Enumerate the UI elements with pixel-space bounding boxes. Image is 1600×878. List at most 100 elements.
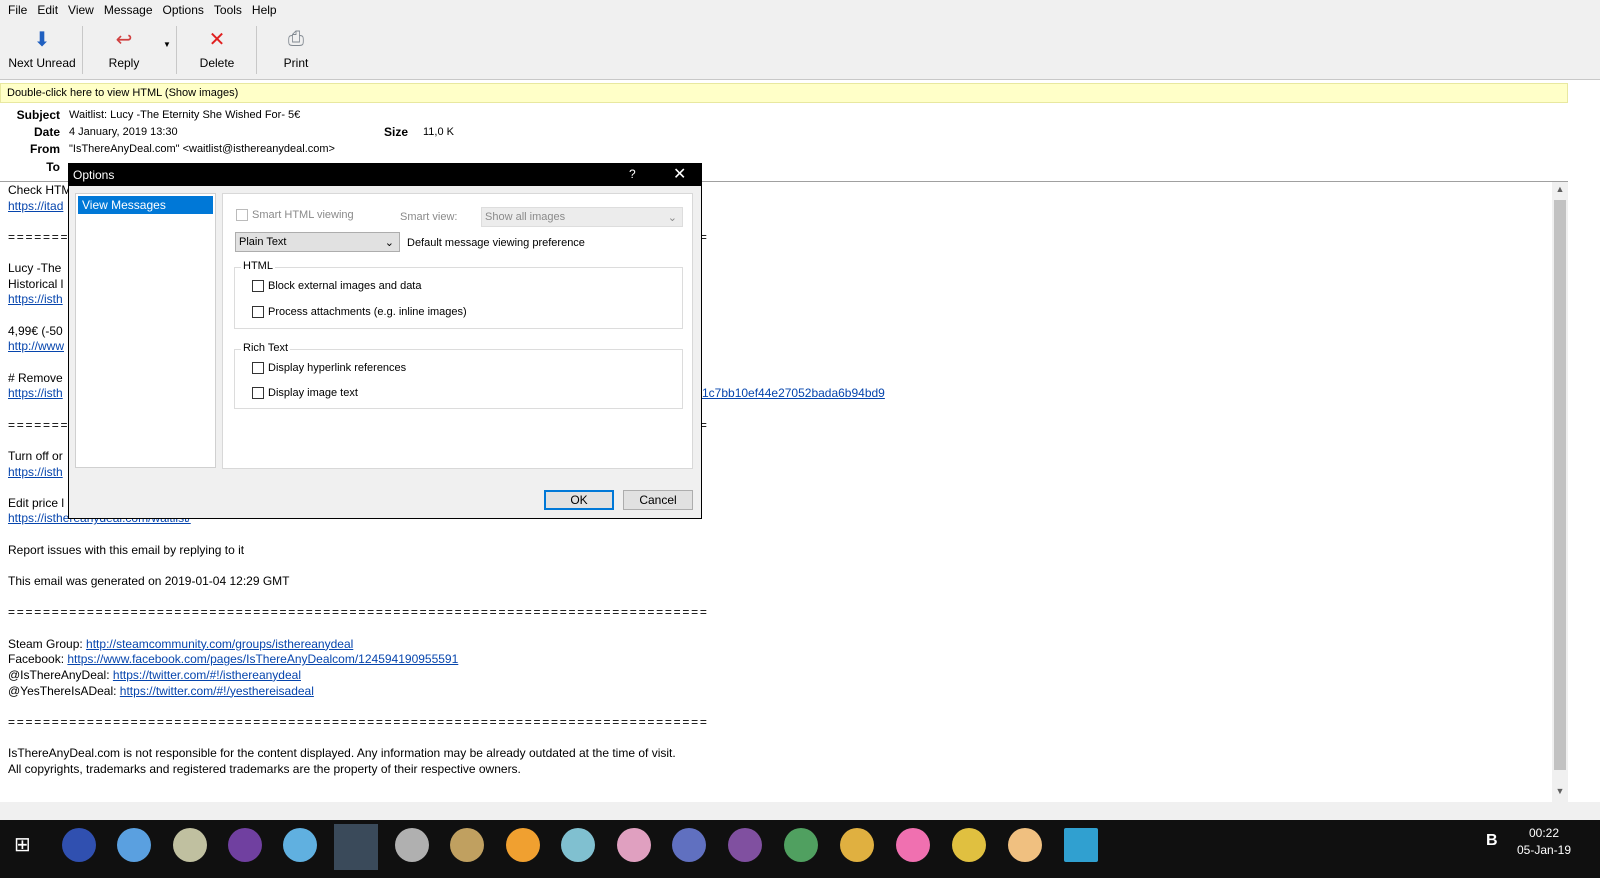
- link[interactable]: https://itad: [8, 199, 63, 213]
- options-category-list: View Messages: [75, 193, 216, 468]
- scroll-up-icon[interactable]: ▲: [1552, 184, 1568, 194]
- menu-options[interactable]: Options: [158, 3, 209, 17]
- taskbar-app-icon[interactable]: [450, 828, 484, 862]
- twitter-link[interactable]: https://twitter.com/#!/yesthereisadeal: [120, 684, 314, 698]
- image-text-checkbox[interactable]: Display image text: [252, 387, 358, 400]
- vertical-scrollbar[interactable]: ▲ ▼: [1552, 182, 1568, 802]
- checkbox-icon: [252, 280, 264, 293]
- checkbox-icon: [252, 306, 264, 319]
- dialog-title: Options: [73, 168, 115, 182]
- date-value: 4 January, 2019 13:30: [69, 126, 178, 138]
- clock[interactable]: 00:22 05-Jan-19: [1504, 825, 1584, 859]
- date-label: Date: [33, 125, 60, 139]
- windows-start-icon[interactable]: ⊞: [14, 832, 31, 857]
- size-label: Size: [383, 125, 408, 139]
- block-external-checkbox[interactable]: Block external images and data: [252, 280, 421, 293]
- taskbar-app-active-icon[interactable]: [334, 824, 378, 870]
- body-line: Report issues with this email by replyin…: [8, 542, 245, 557]
- facebook-link[interactable]: https://www.facebook.com/pages/IsThereAn…: [67, 652, 458, 666]
- taskbar: ⊞ B 00:22 05-Jan-19: [0, 820, 1600, 878]
- print-button[interactable]: ⎙ Print: [276, 26, 316, 71]
- category-view-messages[interactable]: View Messages: [78, 196, 213, 214]
- taskbar-app-icon[interactable]: [228, 828, 262, 862]
- separator-line: ========================================…: [8, 714, 709, 729]
- print-icon: ⎙: [288, 27, 304, 50]
- subject-label: Subject: [16, 108, 60, 122]
- from-label: From: [30, 142, 60, 156]
- menu-message[interactable]: Message: [99, 3, 158, 17]
- menu-file[interactable]: File: [3, 3, 32, 17]
- reply-button[interactable]: ↩ Reply: [100, 26, 148, 71]
- menu-view[interactable]: View: [63, 3, 99, 17]
- html-group: HTML Block external images and data Proc…: [234, 260, 683, 329]
- from-value: "IsThereAnyDeal.com" <waitlist@istherean…: [69, 143, 335, 155]
- taskbar-app-icon[interactable]: [1008, 828, 1042, 862]
- reply-dropdown-icon[interactable]: ▼: [160, 40, 174, 49]
- divider: [176, 26, 177, 74]
- taskbar-app-icon[interactable]: [117, 828, 151, 862]
- steam-link[interactable]: http://steamcommunity.com/groups/isthere…: [86, 637, 353, 651]
- options-dialog: Options ? ✕ View Messages Smart HTML vie…: [68, 163, 702, 519]
- divider: [82, 26, 83, 74]
- taskbar-app-icon[interactable]: [395, 828, 429, 862]
- link[interactable]: https://isth: [8, 292, 63, 306]
- smart-html-checkbox[interactable]: Smart HTML viewing: [236, 209, 354, 222]
- menu-edit[interactable]: Edit: [32, 3, 63, 17]
- facebook-label: Facebook:: [8, 652, 68, 667]
- tray-app-icon[interactable]: B: [1486, 832, 1498, 850]
- ok-button[interactable]: OK: [544, 490, 614, 510]
- subject-value: Waitlist: Lucy -The Eternity She Wished …: [69, 109, 301, 121]
- scroll-thumb[interactable]: [1554, 200, 1566, 770]
- clock-date: 05-Jan-19: [1516, 843, 1572, 857]
- dialog-titlebar: Options ? ✕: [69, 164, 701, 186]
- chevron-down-icon: ⌄: [384, 237, 394, 249]
- link[interactable]: https://isth: [8, 465, 63, 479]
- taskbar-app-icon[interactable]: [1064, 828, 1098, 862]
- separator-line: ========================================…: [8, 605, 709, 620]
- smart-view-select[interactable]: Show all images ⌄: [481, 207, 683, 227]
- scroll-down-icon[interactable]: ▼: [1552, 786, 1568, 796]
- next-unread-button[interactable]: ⬇ Next Unread: [8, 26, 76, 71]
- to-label: To: [46, 160, 60, 174]
- link[interactable]: http://www: [8, 339, 64, 353]
- reply-icon: ↩: [115, 28, 133, 51]
- group-label: HTML: [241, 260, 275, 272]
- taskbar-app-icon[interactable]: [840, 828, 874, 862]
- delete-button[interactable]: ✕ Delete: [194, 26, 240, 71]
- view-preference-label: Default message viewing preference: [407, 237, 585, 249]
- view-preference-select[interactable]: Plain Text ⌄: [235, 232, 400, 252]
- options-panel: Smart HTML viewing Smart view: Show all …: [222, 193, 693, 469]
- menu-tools[interactable]: Tools: [209, 3, 247, 17]
- taskbar-app-icon[interactable]: [784, 828, 818, 862]
- checkbox-icon: [252, 362, 264, 375]
- checkbox-icon: [236, 209, 248, 222]
- process-attachments-checkbox[interactable]: Process attachments (e.g. inline images): [252, 306, 467, 319]
- size-value: 11,0 K: [423, 126, 454, 138]
- disclaimer: IsThereAnyDeal.com is not responsible fo…: [8, 746, 676, 761]
- menu-help[interactable]: Help: [247, 3, 282, 17]
- taskbar-app-icon[interactable]: [896, 828, 930, 862]
- cancel-button[interactable]: Cancel: [623, 490, 693, 510]
- remove-link[interactable]: 1c7bb10ef44e27052bada6b94bd9: [702, 386, 885, 402]
- taskbar-app-icon[interactable]: [506, 828, 540, 862]
- view-html-infobar[interactable]: Double-click here to view HTML (Show ima…: [0, 83, 1568, 103]
- body-line: This email was generated on 2019-01-04 1…: [8, 574, 290, 589]
- taskbar-app-icon[interactable]: [672, 828, 706, 862]
- taskbar-app-icon[interactable]: [617, 828, 651, 862]
- help-button[interactable]: ?: [629, 167, 636, 181]
- close-button[interactable]: ✕: [673, 164, 686, 184]
- taskbar-app-icon[interactable]: [283, 828, 317, 862]
- taskbar-app-icon[interactable]: [173, 828, 207, 862]
- twitter-link[interactable]: https://twitter.com/#!/isthereanydeal: [113, 668, 301, 682]
- link[interactable]: https://isth: [8, 386, 63, 400]
- hyperlink-references-checkbox[interactable]: Display hyperlink references: [252, 362, 406, 375]
- taskbar-app-icon[interactable]: [62, 828, 96, 862]
- taskbar-app-icon[interactable]: [561, 828, 595, 862]
- steam-label: Steam Group:: [8, 636, 87, 651]
- menu-bar: File Edit View Message Options Tools Hel…: [0, 0, 1600, 20]
- chevron-down-icon: ⌄: [667, 212, 677, 224]
- smart-view-label: Smart view:: [400, 211, 458, 223]
- taskbar-app-icon[interactable]: [728, 828, 762, 862]
- next-unread-icon: ⬇: [33, 28, 51, 51]
- taskbar-app-icon[interactable]: [952, 828, 986, 862]
